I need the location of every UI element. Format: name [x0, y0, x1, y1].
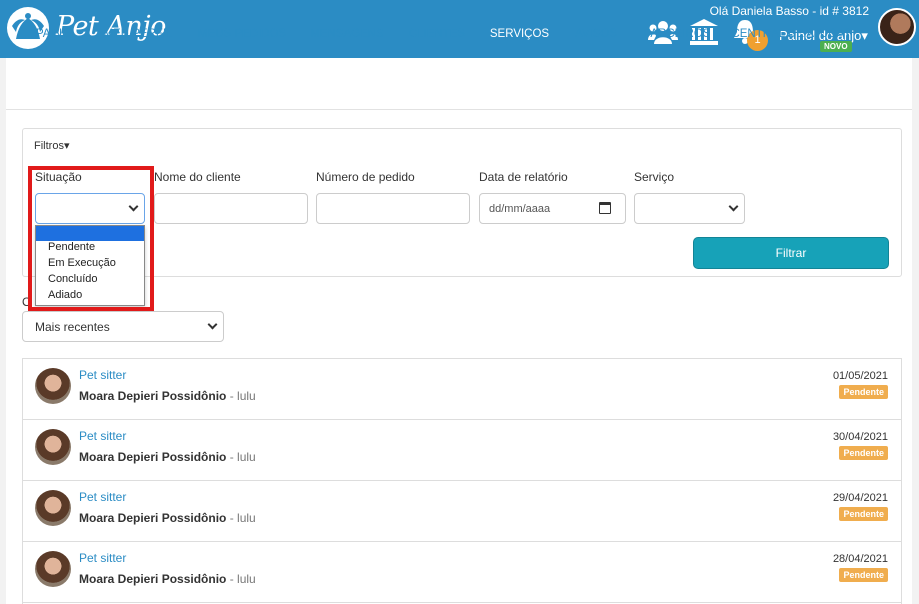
- tab-parceiros[interactable]: PARCEIROS: [632, 17, 722, 52]
- servico-label: Serviço: [634, 170, 675, 184]
- avatar: [35, 551, 71, 587]
- sort-value: Mais recentes: [35, 320, 110, 334]
- tab-servicos[interactable]: SERVIÇOS: [478, 17, 561, 52]
- calendar-icon[interactable]: [599, 202, 611, 214]
- list-item[interactable]: Pet sitter Moara Depieri Possidônio - lu…: [22, 359, 902, 420]
- tab-mensagens[interactable]: MENSAGENS: [300, 17, 394, 52]
- avatar: [35, 368, 71, 404]
- service-type[interactable]: Pet sitter: [79, 429, 126, 443]
- highlight-box: [28, 166, 154, 311]
- service-date: 28/04/2021: [832, 553, 888, 565]
- pet-name: - lulu: [226, 389, 256, 403]
- tab-meus-pedidos[interactable]: MEUS PEDIDOS: [188, 17, 296, 52]
- service-date: 30/04/2021: [832, 431, 888, 443]
- status-badge: Pendente: [839, 507, 888, 521]
- pet-name: - lulu: [226, 450, 256, 464]
- service-type[interactable]: Pet sitter: [79, 551, 126, 565]
- status-badge: Pendente: [839, 568, 888, 582]
- new-badge: NOVO: [820, 41, 852, 52]
- client-name: Moara Depieri Possidônio: [79, 450, 227, 464]
- tab-clientes[interactable]: CLIENTES: [398, 17, 476, 52]
- avatar: [35, 490, 71, 526]
- client-name: Moara Depieri Possidônio: [79, 572, 227, 586]
- pet-name: - lulu: [226, 511, 256, 525]
- service-date: 29/04/2021: [832, 492, 888, 504]
- service-date: 01/05/2021: [832, 370, 888, 382]
- pedido-label: Número de pedido: [316, 170, 415, 184]
- list-item[interactable]: Pet sitter Moara Depieri Possidônio - lu…: [22, 420, 902, 481]
- client-name: Moara Depieri Possidônio: [79, 511, 227, 525]
- list-item[interactable]: Pet sitter Moara Depieri Possidônio - lu…: [22, 481, 902, 542]
- avatar: [35, 429, 71, 465]
- pedido-input[interactable]: [316, 193, 470, 224]
- service-type[interactable]: Pet sitter: [79, 490, 126, 504]
- service-type[interactable]: Pet sitter: [79, 368, 126, 382]
- client-name: Moara Depieri Possidônio: [79, 389, 227, 403]
- filters-toggle[interactable]: Filtros▾: [34, 139, 69, 152]
- status-badge: Pendente: [839, 446, 888, 460]
- avatar[interactable]: [878, 8, 916, 46]
- cliente-input[interactable]: [154, 193, 308, 224]
- main-nav: [6, 58, 912, 110]
- tab-avisos[interactable]: AVISOS: [565, 17, 627, 52]
- pet-name: - lulu: [226, 572, 256, 586]
- filter-button[interactable]: Filtrar: [693, 237, 889, 269]
- status-badge: Pendente: [839, 385, 888, 399]
- tab-painel[interactable]: PAINEL: [22, 17, 90, 52]
- date-placeholder: dd/mm/aaaa: [489, 203, 551, 215]
- user-greeting: Olá Daniela Basso - id # 3812: [709, 4, 869, 18]
- data-label: Data de relatório: [479, 170, 568, 184]
- servico-select[interactable]: [634, 193, 745, 224]
- cliente-label: Nome do cliente: [154, 170, 241, 184]
- list-item[interactable]: Pet sitter Moara Depieri Possidônio - lu…: [22, 542, 902, 603]
- tab-meu-perfil[interactable]: MEU PERFIL: [92, 17, 184, 52]
